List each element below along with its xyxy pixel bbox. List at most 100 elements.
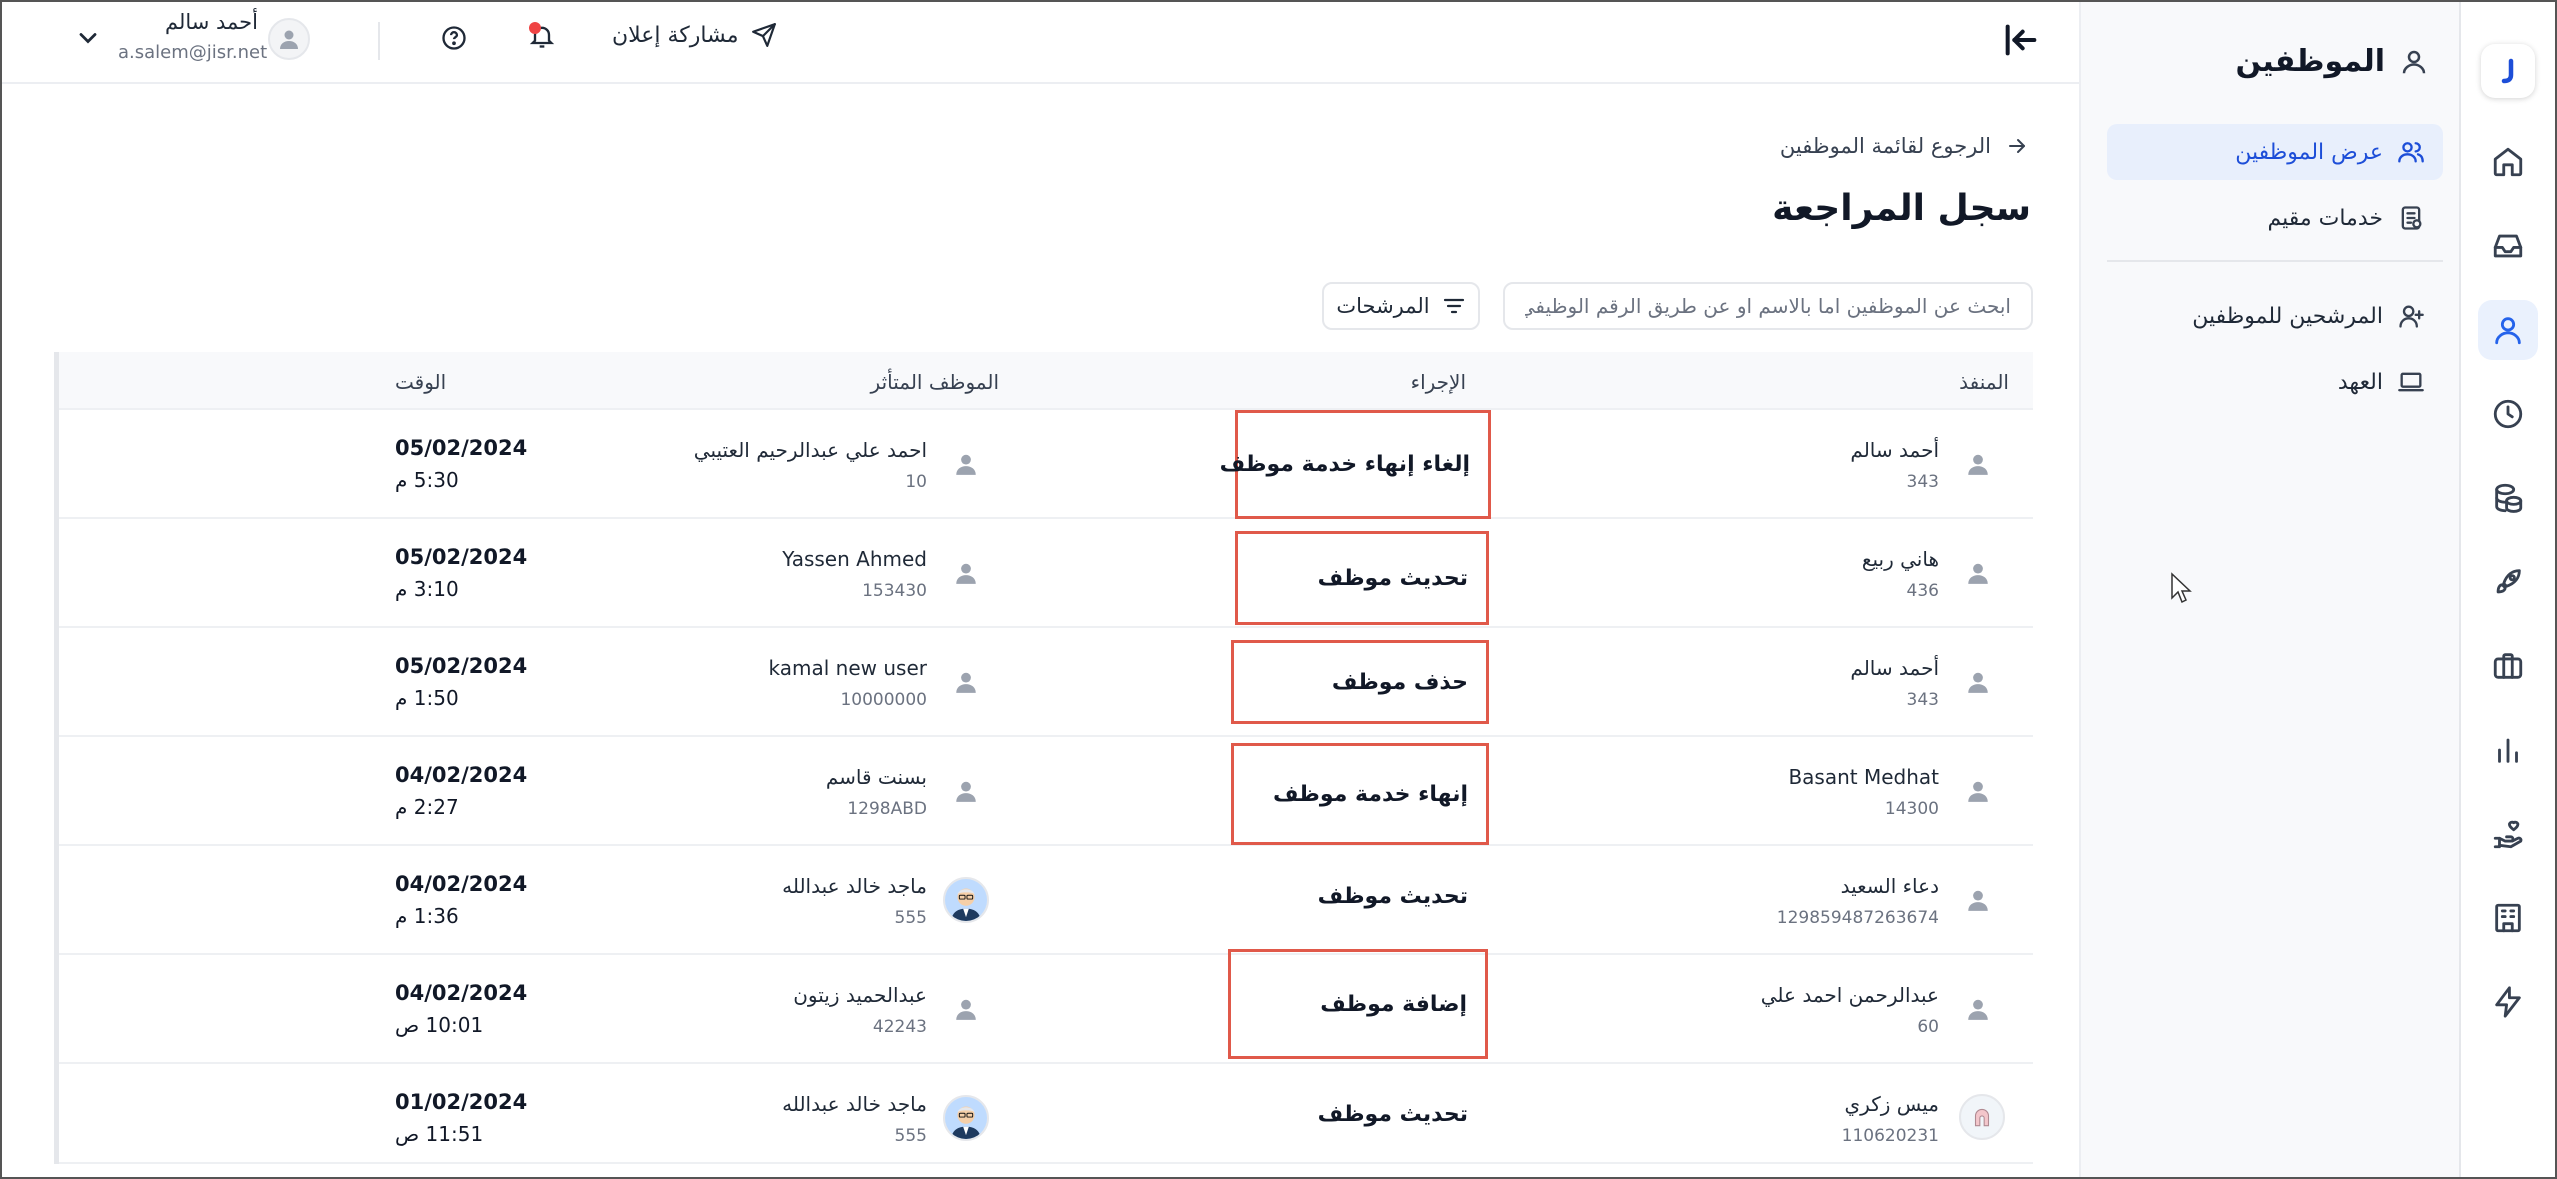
rail-attendance-button[interactable] xyxy=(2478,384,2538,444)
sidebar-item-muqeem-services[interactable]: خدمات مقيم xyxy=(2107,190,2443,246)
rail-benefits-button[interactable] xyxy=(2478,804,2538,864)
table-header: المنفذ الإجراء الموظف المتأثر الوقت xyxy=(59,352,2033,410)
action-label: تحديث موظف xyxy=(1317,884,1468,909)
executor-avatar xyxy=(1955,768,2001,814)
executor-name: Basant Medhat xyxy=(1788,765,1939,789)
sidebar-item-view-employees[interactable]: عرض الموظفين xyxy=(2107,124,2443,180)
log-time: 1:36 م xyxy=(395,904,459,928)
collapse-sidebar-button[interactable] xyxy=(1997,20,2041,64)
table-row[interactable]: أحمد سالم 343 إلغاء إنهاء خدمة موظف احمد… xyxy=(59,410,2033,519)
mouse-cursor-icon xyxy=(2171,572,2192,604)
back-link-label: الرجوع لقائمة الموظفين xyxy=(1779,134,1991,158)
executor-name: ميس زكري xyxy=(1844,1092,1939,1116)
help-icon xyxy=(442,26,466,50)
notification-dot xyxy=(529,22,541,34)
main-content: الرجوع لقائمة الموظفين سجل المراجعة المر… xyxy=(0,86,2079,1179)
top-header: مشاركة إعلان أحمد سالم a.salem@jisr.net xyxy=(0,0,2079,84)
user-icon xyxy=(280,30,298,49)
user-avatar[interactable] xyxy=(268,18,310,60)
rail-inbox-button[interactable] xyxy=(2478,216,2538,276)
back-to-employees-link[interactable]: الرجوع لقائمة الموظفين xyxy=(1780,134,2029,158)
action-label: حذف موظف xyxy=(1231,640,1489,724)
executor-id: 60 xyxy=(1917,1017,1939,1037)
affected-name: عبدالحميد زيتون xyxy=(793,983,927,1007)
table-row[interactable]: عبدالرحمن احمد علي 60 إضافة موظف عبدالحم… xyxy=(59,949,2033,1064)
user-name: أحمد سالم xyxy=(164,10,258,34)
table-row[interactable]: هاني ربيع 436 تحديث موظف Yassen Ahmed 15… xyxy=(59,519,2033,628)
sidebar-item-label: خدمات مقيم xyxy=(2267,205,2383,231)
action-label: إضافة موظف xyxy=(1228,949,1488,1059)
jisr-logo-icon xyxy=(2501,58,2514,84)
filters-label: المرشحات xyxy=(1336,294,1430,318)
log-date: 04/02/2024 xyxy=(395,981,528,1005)
executor-name: عبدالرحمن احمد علي xyxy=(1760,983,1939,1007)
notifications-button[interactable] xyxy=(524,22,556,56)
table-row[interactable]: ميس زكري 110620231 تحديث موظف ماجد خالد … xyxy=(59,1064,2033,1164)
send-icon xyxy=(751,23,776,47)
home-icon xyxy=(2493,147,2523,177)
employees-sidebar: الموظفين عرض الموظفين خدمات مقيم المرشحي… xyxy=(2079,0,2459,1179)
sidebar-item-assets[interactable]: العهد xyxy=(2107,354,2443,410)
rail-home-button[interactable] xyxy=(2478,132,2538,192)
executor-avatar xyxy=(1955,441,2001,487)
executor-name: أحمد سالم xyxy=(1850,656,1939,680)
coins-icon xyxy=(2495,483,2523,513)
filters-button[interactable]: المرشحات xyxy=(1322,282,1480,330)
sidebar-item-label: المرشحين للموظفين xyxy=(2192,303,2383,329)
rail-automation-button[interactable] xyxy=(2478,972,2538,1032)
affected-id: 10000000 xyxy=(840,690,927,710)
sidebar-divider xyxy=(2107,260,2443,262)
affected-id: 555 xyxy=(894,908,927,928)
sidebar-item-label: العهد xyxy=(2337,369,2383,395)
log-time: 11:51 ص xyxy=(395,1122,484,1146)
log-time: 5:30 م xyxy=(395,468,459,492)
building-icon xyxy=(2495,903,2521,933)
log-time: 2:27 م xyxy=(395,795,459,819)
user-icon xyxy=(956,672,976,693)
affected-name: ماجد خالد عبدالله xyxy=(782,874,927,898)
rail-onboarding-button[interactable] xyxy=(2478,552,2538,612)
affected-id: 10 xyxy=(905,472,927,492)
rail-organization-button[interactable] xyxy=(2478,888,2538,948)
user-icon xyxy=(1968,672,1988,693)
share-announcement-label: مشاركة إعلان xyxy=(612,22,739,48)
executor-avatar xyxy=(1955,877,2001,923)
executor-avatar xyxy=(1955,550,2001,596)
app-logo[interactable] xyxy=(2481,44,2535,98)
executor-id: 343 xyxy=(1906,690,1939,710)
rail-employees-button[interactable] xyxy=(2478,300,2538,360)
sidebar-item-label: عرض الموظفين xyxy=(2235,139,2383,165)
executor-id: 343 xyxy=(1906,472,1939,492)
log-date: 05/02/2024 xyxy=(395,545,528,569)
hand-heart-icon xyxy=(2493,820,2523,849)
users-icon xyxy=(2398,142,2424,163)
user-email: a.salem@jisr.net xyxy=(118,42,268,63)
share-announcement-button[interactable]: مشاركة إعلان xyxy=(612,22,777,48)
user-icon xyxy=(1968,890,1988,911)
rail-payroll-button[interactable] xyxy=(2478,468,2538,528)
log-time: 1:50 م xyxy=(395,686,459,710)
affected-avatar xyxy=(943,659,989,705)
log-date: 01/02/2024 xyxy=(395,1090,528,1114)
user-menu-button[interactable] xyxy=(72,24,102,54)
rail-reports-button[interactable] xyxy=(2478,720,2538,780)
executor-name: هاني ربيع xyxy=(1861,547,1939,571)
affected-id: 42243 xyxy=(872,1017,927,1037)
help-button[interactable] xyxy=(438,24,468,54)
log-date: 05/02/2024 xyxy=(395,436,528,460)
search-input[interactable] xyxy=(1503,282,2033,330)
sidebar-item-candidates[interactable]: المرشحين للموظفين xyxy=(2107,288,2443,344)
user-icon xyxy=(956,781,976,802)
table-row[interactable]: أحمد سالم 343 حذف موظف kamal new user 10… xyxy=(59,628,2033,737)
affected-id: 153430 xyxy=(862,581,927,601)
user-icon xyxy=(1968,454,1988,475)
user-icon xyxy=(956,454,976,475)
rail-jobs-button[interactable] xyxy=(2478,636,2538,696)
table-row[interactable]: دعاء السعيد 129859487263674 تحديث موظف م… xyxy=(59,846,2033,955)
affected-avatar xyxy=(943,768,989,814)
affected-avatar-photo xyxy=(943,1095,989,1141)
sidebar-title-label: الموظفين xyxy=(2235,44,2385,79)
table-row[interactable]: Basant Medhat 14300 إنهاء خدمة موظف بسنت… xyxy=(59,737,2033,846)
executor-id: 110620231 xyxy=(1841,1126,1939,1146)
log-time: 10:01 ص xyxy=(395,1013,484,1037)
